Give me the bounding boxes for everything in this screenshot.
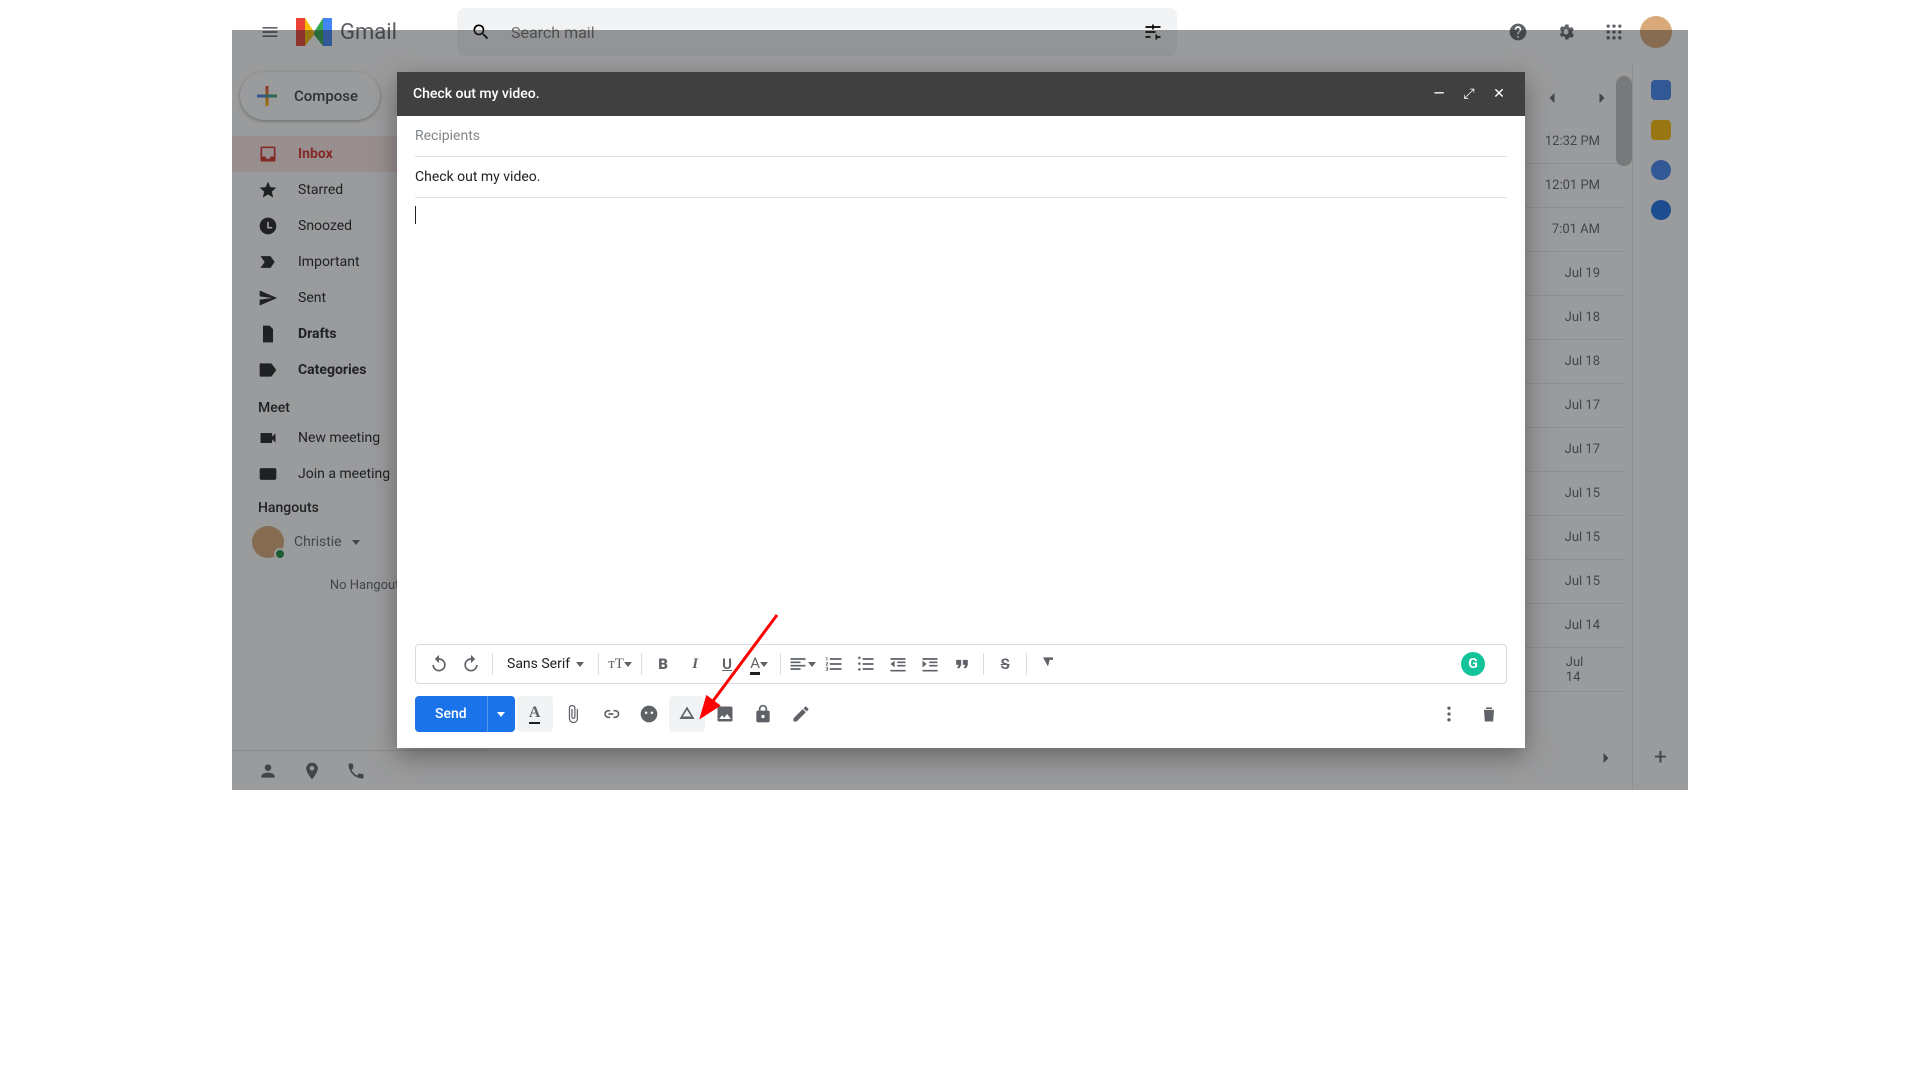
status-dot-icon	[274, 548, 286, 560]
emoji-icon[interactable]	[631, 696, 667, 732]
link-icon[interactable]	[593, 696, 629, 732]
minimize-icon[interactable]: —	[1429, 86, 1449, 102]
font-selector[interactable]: Sans Serif	[499, 656, 592, 672]
text-color-button[interactable]: A	[744, 649, 774, 679]
recipients-field[interactable]: Recipients	[415, 116, 1507, 157]
dialog-title: Check out my video.	[413, 86, 540, 102]
strikethrough-button[interactable]: S	[990, 649, 1020, 679]
plus-icon	[254, 83, 280, 109]
compose-button[interactable]: Compose	[240, 72, 380, 120]
compose-dialog: Check out my video. — ⤢ ✕ Recipients Che…	[397, 72, 1525, 748]
gmail-logo[interactable]: Gmail	[296, 18, 397, 46]
chevron-down-icon	[352, 540, 360, 545]
gear-icon[interactable]	[1544, 10, 1588, 54]
add-app-icon[interactable]: +	[1654, 745, 1666, 770]
app-header: Gmail	[232, 0, 1688, 64]
confidential-icon[interactable]	[745, 696, 781, 732]
indent-more-button[interactable]	[915, 649, 945, 679]
gmail-m-icon	[296, 18, 332, 46]
insert-image-icon[interactable]	[707, 696, 743, 732]
tune-icon[interactable]	[1143, 22, 1163, 42]
search-input[interactable]	[511, 23, 1143, 42]
hamburger-icon[interactable]	[248, 10, 292, 54]
categories-icon	[258, 360, 278, 380]
compose-label: Compose	[294, 87, 358, 105]
redo-icon[interactable]	[456, 649, 486, 679]
apps-icon[interactable]	[1592, 10, 1636, 54]
send-options-icon[interactable]	[487, 696, 515, 732]
important-icon	[258, 252, 278, 272]
person-icon[interactable]	[258, 761, 278, 781]
format-toolbar: Sans Serif тT B I U A S	[415, 644, 1507, 684]
compose-editor[interactable]	[415, 198, 1507, 644]
clock-icon	[258, 216, 278, 236]
calendar-icon[interactable]	[1651, 80, 1671, 100]
side-chevron-icon[interactable]	[1584, 736, 1628, 780]
tasks-icon[interactable]	[1651, 160, 1671, 180]
scrollbar[interactable]	[1616, 76, 1632, 166]
search-icon	[471, 22, 491, 42]
numbered-list-button[interactable]	[819, 649, 849, 679]
help-icon[interactable]	[1496, 10, 1540, 54]
chevron-left-icon[interactable]	[1530, 76, 1574, 120]
hangouts-footer	[232, 750, 488, 790]
video-icon	[258, 428, 278, 448]
close-icon[interactable]: ✕	[1489, 86, 1509, 102]
dialog-header[interactable]: Check out my video. — ⤢ ✕	[397, 72, 1525, 116]
indent-less-button[interactable]	[883, 649, 913, 679]
send-button[interactable]: Send	[415, 696, 515, 732]
drive-icon[interactable]	[669, 696, 705, 732]
caret-down-icon	[576, 662, 584, 667]
side-apps-panel: +	[1632, 64, 1688, 790]
underline-button[interactable]: U	[712, 649, 742, 679]
star-icon	[258, 180, 278, 200]
mail-pager	[1530, 76, 1624, 120]
bullet-list-button[interactable]	[851, 649, 881, 679]
send-bar: Send A	[397, 692, 1525, 748]
keyboard-icon	[258, 464, 278, 484]
user-avatar	[252, 526, 284, 558]
attach-icon[interactable]	[555, 696, 591, 732]
grammarly-icon[interactable]: G	[1461, 652, 1485, 676]
profile-avatar[interactable]	[1640, 16, 1672, 48]
quote-button[interactable]	[947, 649, 977, 679]
draft-icon	[258, 324, 278, 344]
align-button[interactable]	[787, 649, 817, 679]
italic-button[interactable]: I	[680, 649, 710, 679]
expand-icon[interactable]: ⤢	[1459, 86, 1479, 102]
formatting-toggle-button[interactable]: A	[517, 696, 553, 732]
send-icon	[258, 288, 278, 308]
more-options-icon[interactable]	[1431, 696, 1467, 732]
search-box[interactable]	[457, 8, 1177, 56]
phone-icon[interactable]	[346, 761, 366, 781]
pen-icon[interactable]	[783, 696, 819, 732]
contacts-icon[interactable]	[1651, 200, 1671, 220]
location-icon[interactable]	[302, 761, 322, 781]
trash-icon[interactable]	[1471, 696, 1507, 732]
keep-icon[interactable]	[1651, 120, 1671, 140]
bold-button[interactable]: B	[648, 649, 678, 679]
inbox-icon	[258, 144, 278, 164]
undo-icon[interactable]	[424, 649, 454, 679]
clear-format-button[interactable]	[1033, 649, 1063, 679]
font-size-icon[interactable]: тT	[605, 649, 635, 679]
app-name: Gmail	[340, 20, 397, 45]
subject-field[interactable]: Check out my video.	[415, 157, 1507, 198]
